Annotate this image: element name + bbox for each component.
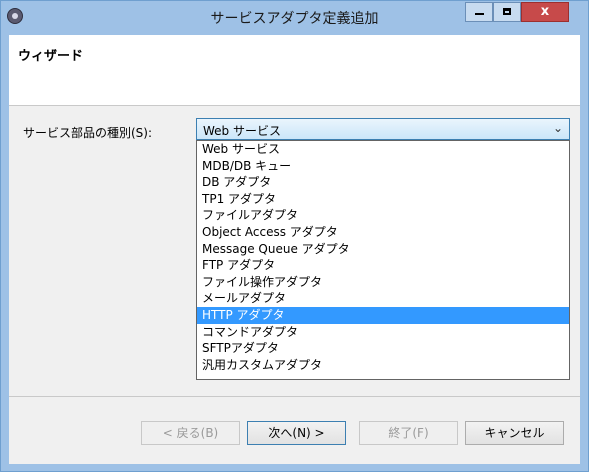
chevron-down-icon[interactable]: ⌄: [553, 121, 563, 135]
maximize-button[interactable]: [493, 2, 521, 22]
dropdown-option[interactable]: FTP アダプタ: [197, 257, 569, 274]
wizard-content: サービス部品の種別(S): Web サービス ⌄ Web サービス MDB/DB …: [9, 106, 580, 396]
service-kind-label: サービス部品の種別(S):: [23, 126, 153, 140]
dropdown-option[interactable]: HTTP アダプタ: [197, 306, 569, 324]
service-kind-selected-value: Web サービス: [203, 124, 281, 138]
wizard-title: ウィザード: [18, 49, 84, 64]
dropdown-option[interactable]: ファイル操作アダプタ: [197, 274, 569, 291]
minimize-icon: [474, 13, 484, 15]
dropdown-option[interactable]: ファイルアダプタ: [197, 207, 569, 224]
dropdown-option[interactable]: メールアダプタ: [197, 290, 569, 307]
back-button[interactable]: < 戻る(B): [141, 421, 240, 445]
dropdown-option[interactable]: DB アダプタ: [197, 174, 569, 191]
minimize-button[interactable]: [465, 2, 493, 22]
dropdown-option[interactable]: コマンドアダプタ: [197, 324, 569, 341]
maximize-icon: [503, 8, 511, 15]
service-kind-select[interactable]: Web サービス ⌄: [196, 118, 570, 140]
button-bar: < 戻る(B) 次へ(N) > 終了(F) キャンセル: [9, 396, 580, 464]
dropdown-option[interactable]: MDB/DB キュー: [197, 158, 569, 175]
dialog-window: サービスアダプタ定義追加 x ウィザード サービス部品の種別(S): Web サ…: [0, 0, 589, 472]
wizard-header: ウィザード: [9, 35, 580, 106]
dropdown-option[interactable]: TP1 アダプタ: [197, 191, 569, 208]
dropdown-option[interactable]: 汎用カスタムアダプタ: [197, 357, 569, 374]
dropdown-option[interactable]: SFTPアダプタ: [197, 340, 569, 357]
close-icon: x: [540, 4, 550, 19]
next-button[interactable]: 次へ(N) >: [247, 421, 346, 445]
title-bar[interactable]: サービスアダプタ定義追加 x: [1, 1, 588, 35]
dropdown-option[interactable]: Web サービス: [197, 141, 569, 158]
cancel-button[interactable]: キャンセル: [465, 421, 564, 445]
dropdown-option[interactable]: Object Access アダプタ: [197, 224, 569, 241]
service-kind-dropdown-list[interactable]: Web サービス MDB/DB キュー DB アダプタ TP1 アダプタ ファイルアダプ…: [196, 140, 570, 380]
finish-button[interactable]: 終了(F): [359, 421, 458, 445]
dropdown-option[interactable]: Message Queue アダプタ: [197, 241, 569, 258]
close-button[interactable]: x: [521, 2, 569, 22]
